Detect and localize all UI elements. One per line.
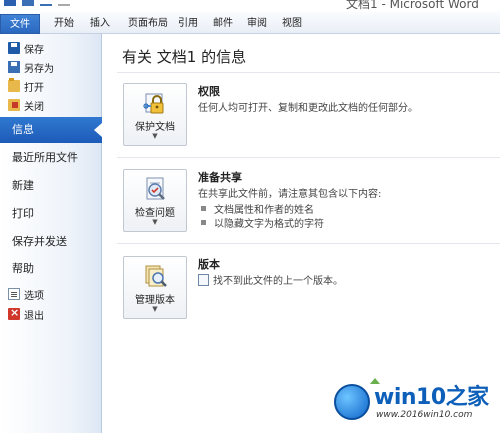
sidebar-item-save-send[interactable]: 保存并发送 [0, 229, 102, 255]
title-divider [117, 72, 500, 73]
watermark-url: www.2016win10.com [376, 410, 473, 420]
lock-key-icon [143, 93, 164, 114]
exit-icon [8, 306, 20, 320]
ribbon-tab-row: 文件 开始 插入 页面布局 引用 邮件 审阅 视图 [0, 12, 500, 34]
word-app-icon[interactable] [4, 0, 16, 6]
command-options[interactable]: 选项 [8, 285, 44, 303]
sidebar-item-recent[interactable]: 最近所用文件 [0, 145, 102, 171]
command-label: 另存为 [24, 63, 54, 75]
command-label: 关闭 [24, 101, 44, 113]
info-panel: 有关 文档1 的信息 保护文档 ▼ 权限 任何人均可打开、复制和更改此文档的任何… [103, 34, 500, 433]
document-icon [198, 273, 209, 286]
window-title: 文档1 - Microsoft Word [346, 0, 479, 11]
save-as-icon [8, 61, 20, 73]
sidebar-item-info[interactable]: 信息 [0, 117, 102, 143]
command-save-as[interactable]: 另存为 [8, 58, 54, 76]
command-open[interactable]: 打开 [8, 77, 44, 95]
section-title: 准备共享 [198, 171, 242, 184]
command-label: 打开 [24, 82, 44, 94]
backstage-sidebar: 保存 另存为 打开 关闭 信息 最近所用文件 新建 打印 保存并发送 帮助 选项… [0, 34, 102, 433]
prepare-sharing-section: 检查问题 ▼ 准备共享 在共享此文件前，请注意其包含以下内容: 文档属性和作者的… [123, 169, 493, 249]
tab-references[interactable]: 引用 [174, 15, 202, 32]
tab-review[interactable]: 审阅 [243, 15, 271, 32]
permissions-section: 保护文档 ▼ 权限 任何人均可打开、复制和更改此文档的任何部分。 [123, 83, 493, 153]
options-icon [8, 288, 20, 300]
list-item-text: 文档属性和作者的姓名 [214, 205, 314, 216]
section-divider [117, 157, 500, 158]
bullet-icon [201, 220, 206, 225]
save-icon[interactable] [22, 0, 34, 6]
command-close[interactable]: 关闭 [8, 96, 44, 114]
list-item: 以隐藏文字为格式的字符 [201, 215, 324, 230]
redo-icon[interactable] [58, 0, 70, 6]
section-description: 任何人均可打开、复制和更改此文档的任何部分。 [198, 103, 418, 114]
list-item: 文档属性和作者的姓名 [201, 201, 314, 216]
sidebar-item-new[interactable]: 新建 [0, 173, 102, 199]
chevron-down-icon: ▼ [152, 218, 158, 226]
tab-home[interactable]: 开始 [50, 15, 78, 32]
tab-page-layout[interactable]: 页面布局 [122, 15, 174, 32]
button-label: 检查问题 [135, 208, 175, 219]
tab-file[interactable]: 文件 [0, 14, 40, 34]
check-issues-button[interactable]: 检查问题 ▼ [123, 169, 187, 232]
command-save[interactable]: 保存 [8, 39, 44, 57]
section-title: 版本 [198, 258, 220, 271]
tab-mailings[interactable]: 邮件 [209, 15, 237, 32]
page-title: 有关 文档1 的信息 [122, 48, 247, 66]
protect-document-button[interactable]: 保护文档 ▼ [123, 83, 187, 146]
inspect-document-icon [146, 177, 165, 200]
section-title: 权限 [198, 85, 220, 98]
quick-access-toolbar [4, 0, 70, 6]
command-exit[interactable]: 退出 [8, 305, 44, 323]
section-divider [117, 243, 500, 244]
watermark: win10之家 www.2016win10.com [330, 376, 500, 433]
manage-versions-icon [145, 265, 167, 287]
sidebar-item-print[interactable]: 打印 [0, 201, 102, 227]
sidebar-item-help[interactable]: 帮助 [0, 256, 102, 282]
command-label: 退出 [24, 310, 44, 322]
save-icon [8, 42, 20, 54]
command-label: 保存 [24, 44, 44, 56]
section-description: 在共享此文件前，请注意其包含以下内容: [198, 189, 382, 200]
title-bar: 文档1 - Microsoft Word [0, 0, 500, 12]
section-description: 找不到此文件的上一个版本。 [213, 276, 343, 287]
open-folder-icon [8, 78, 20, 92]
chevron-down-icon: ▼ [152, 305, 158, 313]
chevron-down-icon: ▼ [152, 132, 158, 140]
tab-view[interactable]: 视图 [278, 15, 306, 32]
list-item-text: 以隐藏文字为格式的字符 [214, 219, 324, 230]
command-label: 选项 [24, 290, 44, 302]
versions-section: 管理版本 ▼ 版本 找不到此文件的上一个版本。 [123, 256, 493, 326]
versions-status: 找不到此文件的上一个版本。 [198, 272, 343, 287]
undo-icon[interactable] [40, 0, 52, 6]
win10-logo-icon [334, 384, 370, 420]
watermark-brand: win10之家 [374, 385, 489, 410]
button-label: 保护文档 [135, 122, 175, 133]
close-folder-icon [8, 99, 20, 111]
bullet-icon [201, 206, 206, 211]
tab-insert[interactable]: 插入 [86, 15, 114, 32]
manage-versions-button[interactable]: 管理版本 ▼ [123, 256, 187, 319]
button-label: 管理版本 [135, 295, 175, 306]
